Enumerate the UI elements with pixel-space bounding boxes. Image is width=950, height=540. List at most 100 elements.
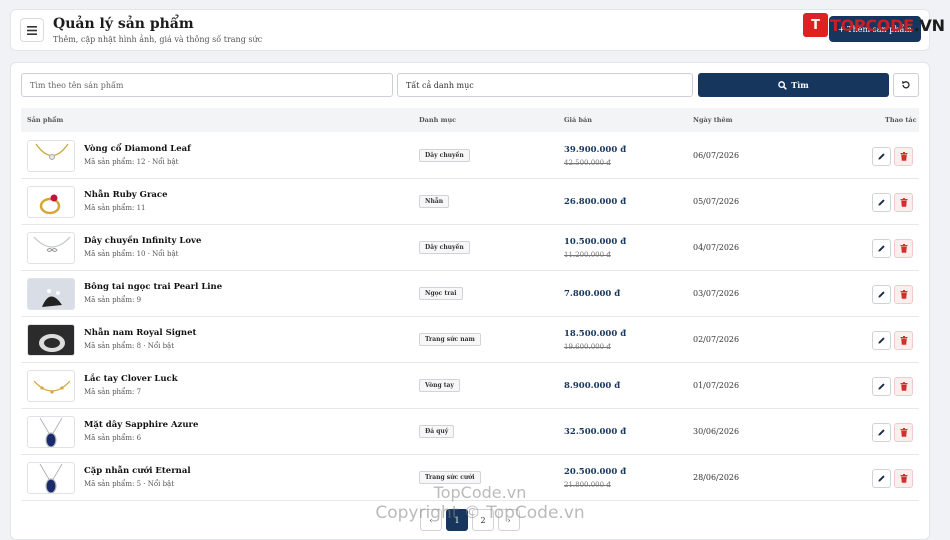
category-badge: Trang sức cưới xyxy=(419,471,481,484)
category-badge: Vòng tay xyxy=(419,379,460,392)
topcode-logo: T TOPCODE.VN xyxy=(803,12,945,38)
edit-button[interactable] xyxy=(872,469,891,488)
product-date: 02/07/2026 xyxy=(693,335,740,344)
product-meta: Mã sản phẩm: 9 xyxy=(84,296,142,304)
trash-icon xyxy=(900,474,907,483)
product-date: 06/07/2026 xyxy=(693,151,740,160)
edit-button[interactable] xyxy=(872,193,891,212)
product-panel: Tất cả danh mục Tìm Sản phẩm Danh mục Gi… xyxy=(10,62,930,540)
category-badge: Dây chuyền xyxy=(419,241,470,254)
pencil-icon xyxy=(878,383,885,390)
table-row: Mặt dây Sapphire Azure Mã sản phẩm: 6 Đá q… xyxy=(21,409,919,455)
col-product: Sản phẩm xyxy=(27,116,64,124)
product-name: Mặt dây Sapphire Azure xyxy=(84,420,199,430)
delete-button[interactable] xyxy=(894,193,913,212)
trash-icon xyxy=(900,152,907,161)
product-name: Cặp nhẫn cưới Eternal xyxy=(84,466,191,476)
table-row: Dây chuyền Infinity Love Mã sản phẩm: 10 … xyxy=(21,225,919,271)
pencil-icon xyxy=(878,291,885,298)
page-subtitle: Thêm, cập nhật hình ảnh, giá và thông số… xyxy=(53,35,263,44)
reset-button[interactable] xyxy=(893,73,919,97)
col-date: Ngày thêm xyxy=(693,116,733,124)
table-row: Nhẫn Ruby Grace Mã sản phẩm: 11 Nhẫn 26.800… xyxy=(21,179,919,225)
edit-button[interactable] xyxy=(872,331,891,350)
edit-button[interactable] xyxy=(872,239,891,258)
trash-icon xyxy=(900,428,907,437)
product-thumbnail xyxy=(27,462,75,494)
product-old-price: 21.800.000 đ xyxy=(564,481,611,489)
product-thumbnail xyxy=(27,140,75,172)
trash-icon xyxy=(900,336,907,345)
product-name: Nhẫn Ruby Grace xyxy=(84,190,168,200)
pencil-icon xyxy=(878,475,885,482)
pencil-icon xyxy=(878,245,885,252)
product-price: 7.800.000 đ xyxy=(564,289,621,299)
product-price: 10.500.000 đ xyxy=(564,237,627,247)
product-old-price: 11.200.000 đ xyxy=(564,251,611,259)
logo-mark: T xyxy=(803,13,828,37)
product-old-price: 42.500.000 đ xyxy=(564,159,611,167)
table-row: Nhẫn nam Royal Signet Mã sản phẩm: 8 · Nổ… xyxy=(21,317,919,363)
product-date: 03/07/2026 xyxy=(693,289,740,298)
product-price: 32.500.000 đ xyxy=(564,427,627,437)
delete-button[interactable] xyxy=(894,377,913,396)
product-meta: Mã sản phẩm: 12 · Nổi bật xyxy=(84,158,179,166)
page-title: Quản lý sản phẩm xyxy=(53,16,194,32)
product-meta: Mã sản phẩm: 5 · Nổi bật xyxy=(84,480,175,488)
product-thumbnail xyxy=(27,324,75,356)
pagination: ‹ 1 2 › xyxy=(420,509,520,531)
delete-button[interactable] xyxy=(894,423,913,442)
product-meta: Mã sản phẩm: 8 · Nổi bật xyxy=(84,342,175,350)
refresh-icon xyxy=(902,81,910,89)
page-header: Quản lý sản phẩm Thêm, cập nhật hình ảnh… xyxy=(10,9,930,51)
delete-button[interactable] xyxy=(894,331,913,350)
delete-button[interactable] xyxy=(894,285,913,304)
edit-button[interactable] xyxy=(872,147,891,166)
category-badge: Ngọc trai xyxy=(419,287,463,300)
product-thumbnail xyxy=(27,278,75,310)
product-price: 39.900.000 đ xyxy=(564,145,627,155)
table-row: Lắc tay Clover Luck Mã sản phẩm: 7 Vòng ta… xyxy=(21,363,919,409)
product-date: 04/07/2026 xyxy=(693,243,740,252)
menu-button[interactable] xyxy=(20,18,44,42)
product-price: 8.900.000 đ xyxy=(564,381,621,391)
product-price: 26.800.000 đ xyxy=(564,197,627,207)
product-name: Bông tai ngọc trai Pearl Line xyxy=(84,282,223,292)
product-meta: Mã sản phẩm: 11 xyxy=(84,204,146,212)
product-meta: Mã sản phẩm: 6 xyxy=(84,434,142,442)
product-price: 18.500.000 đ xyxy=(564,329,627,339)
edit-button[interactable] xyxy=(872,285,891,304)
trash-icon xyxy=(900,198,907,207)
pencil-icon xyxy=(878,429,885,436)
product-name: Dây chuyền Infinity Love xyxy=(84,236,202,246)
category-select[interactable]: Tất cả danh mục xyxy=(397,73,693,97)
delete-button[interactable] xyxy=(894,147,913,166)
page-button-2[interactable]: 2 xyxy=(472,509,494,531)
category-badge: Đá quý xyxy=(419,425,455,438)
edit-button[interactable] xyxy=(872,377,891,396)
search-input[interactable] xyxy=(21,73,393,97)
next-page-button[interactable]: › xyxy=(498,509,520,531)
col-price: Giá bán xyxy=(564,116,592,124)
pencil-icon xyxy=(878,337,885,344)
product-meta: Mã sản phẩm: 10 · Nổi bật xyxy=(84,250,179,258)
table-row: Vòng cổ Diamond Leaf Mã sản phẩm: 12 · Nổ… xyxy=(21,133,919,179)
search-button[interactable]: Tìm xyxy=(698,73,889,97)
page-button-current[interactable]: 1 xyxy=(446,509,468,531)
search-button-label: Tìm xyxy=(791,80,809,90)
product-date: 28/06/2026 xyxy=(693,473,740,482)
product-name: Vòng cổ Diamond Leaf xyxy=(84,144,191,154)
delete-button[interactable] xyxy=(894,469,913,488)
trash-icon xyxy=(900,244,907,253)
edit-button[interactable] xyxy=(872,423,891,442)
product-thumbnail xyxy=(27,232,75,264)
delete-button[interactable] xyxy=(894,239,913,258)
table-row: Bông tai ngọc trai Pearl Line Mã sản phẩm… xyxy=(21,271,919,317)
trash-icon xyxy=(900,382,907,391)
col-category: Danh mục xyxy=(419,116,457,124)
search-icon xyxy=(778,80,788,90)
pencil-icon xyxy=(878,153,885,160)
product-date: 30/06/2026 xyxy=(693,427,740,436)
table-header: Sản phẩm Danh mục Giá bán Ngày thêm Thao… xyxy=(21,108,919,132)
prev-page-button[interactable]: ‹ xyxy=(420,509,442,531)
